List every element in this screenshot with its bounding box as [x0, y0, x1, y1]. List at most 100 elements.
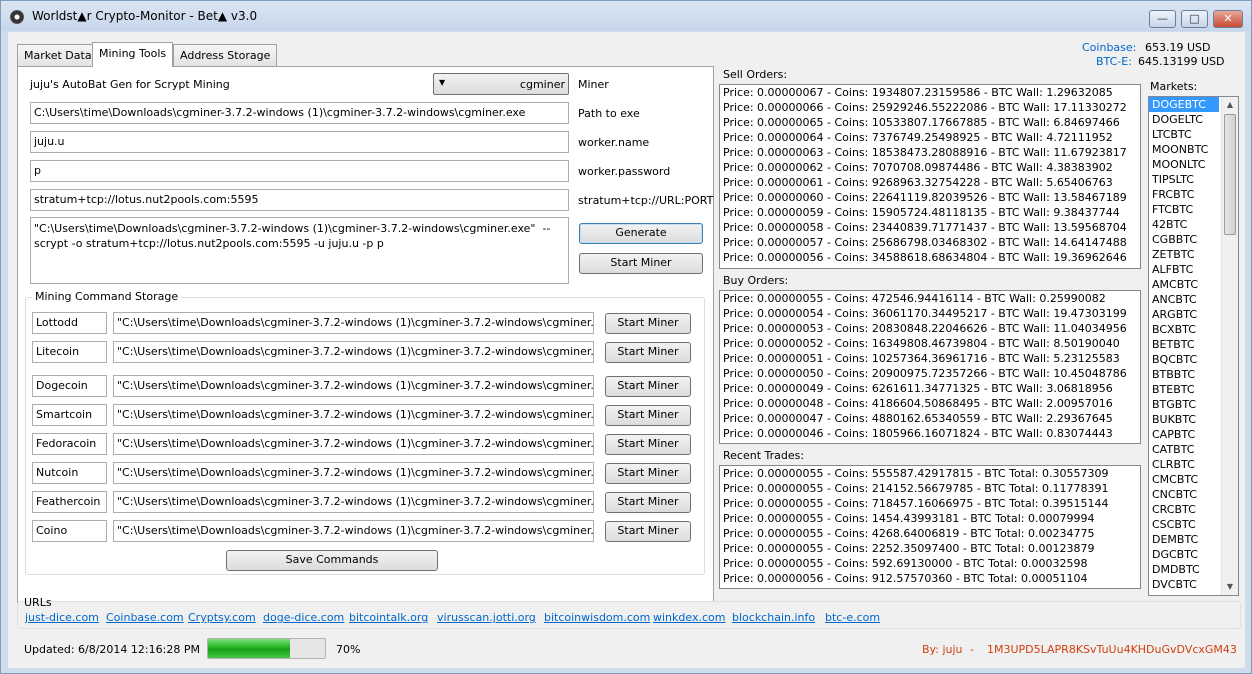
storage-name-input[interactable]: Coino	[32, 520, 107, 542]
markets-scrollbar[interactable]: ▲ ▼	[1221, 97, 1238, 595]
market-item[interactable]: CNCBTC	[1149, 487, 1219, 502]
list-item[interactable]: Price: 0.00000055 - Coins: 2252.35097400…	[720, 541, 1140, 556]
market-item[interactable]: CLRBTC	[1149, 457, 1219, 472]
market-item[interactable]: MOONBTC	[1149, 142, 1219, 157]
storage-start-miner-button[interactable]: Start Miner	[605, 463, 691, 484]
storage-start-miner-button[interactable]: Start Miner	[605, 313, 691, 334]
list-item[interactable]: Price: 0.00000046 - Coins: 1805966.16071…	[720, 426, 1140, 441]
storage-command-input[interactable]: "C:\Users\time\Downloads\cgminer-3.7.2-w…	[113, 404, 594, 426]
list-item[interactable]: Price: 0.00000050 - Coins: 20900975.7235…	[720, 366, 1140, 381]
storage-name-input[interactable]: Lottodd	[32, 312, 107, 334]
market-item[interactable]: ANCBTC	[1149, 292, 1219, 307]
market-item[interactable]: BTEBTC	[1149, 382, 1219, 397]
list-item[interactable]: Price: 0.00000054 - Coins: 36061170.3449…	[720, 306, 1140, 321]
worker-password-input[interactable]: p	[30, 160, 569, 182]
market-item[interactable]: CRCBTC	[1149, 502, 1219, 517]
url-link[interactable]: Cryptsy.com	[188, 611, 256, 624]
market-item[interactable]: CMCBTC	[1149, 472, 1219, 487]
market-item[interactable]: DGCBTC	[1149, 547, 1219, 562]
url-link[interactable]: virusscan.jotti.org	[437, 611, 536, 624]
market-item[interactable]: FRCBTC	[1149, 187, 1219, 202]
url-link[interactable]: winkdex.com	[653, 611, 725, 624]
list-item[interactable]: Price: 0.00000065 - Coins: 10533807.1766…	[720, 115, 1140, 130]
storage-command-input[interactable]: "C:\Users\time\Downloads\cgminer-3.7.2-w…	[113, 520, 594, 542]
storage-command-input[interactable]: "C:\Users\time\Downloads\cgminer-3.7.2-w…	[113, 433, 594, 455]
storage-name-input[interactable]: Dogecoin	[32, 375, 107, 397]
pool-url-input[interactable]: stratum+tcp://lotus.nut2pools.com:5595	[30, 189, 569, 211]
storage-start-miner-button[interactable]: Start Miner	[605, 405, 691, 426]
market-item[interactable]: DVCBTC	[1149, 577, 1219, 592]
storage-start-miner-button[interactable]: Start Miner	[605, 492, 691, 513]
market-item[interactable]: ZETBTC	[1149, 247, 1219, 262]
market-item[interactable]: CAPBTC	[1149, 427, 1219, 442]
list-item[interactable]: Price: 0.00000047 - Coins: 4880162.65340…	[720, 411, 1140, 426]
list-item[interactable]: Price: 0.00000055 - Coins: 472546.944161…	[720, 291, 1140, 306]
url-link[interactable]: doge-dice.com	[263, 611, 344, 624]
storage-command-input[interactable]: "C:\Users\time\Downloads\cgminer-3.7.2-w…	[113, 341, 594, 363]
list-item[interactable]: Price: 0.00000064 - Coins: 7376749.25498…	[720, 130, 1140, 145]
market-item[interactable]: CATBTC	[1149, 442, 1219, 457]
url-link[interactable]: Coinbase.com	[106, 611, 184, 624]
tab-market-data[interactable]: Market Data	[17, 44, 99, 66]
list-item[interactable]: Price: 0.00000057 - Coins: 25686798.0346…	[720, 235, 1140, 250]
market-item[interactable]: DEMBTC	[1149, 532, 1219, 547]
market-item[interactable]: LTCBTC	[1149, 127, 1219, 142]
scroll-down-icon[interactable]: ▼	[1222, 579, 1238, 595]
storage-name-input[interactable]: Fedoracoin	[32, 433, 107, 455]
generate-button[interactable]: Generate	[579, 223, 703, 244]
tab-address-storage[interactable]: Address Storage	[173, 44, 278, 66]
list-item[interactable]: Price: 0.00000056 - Coins: 34588618.6863…	[720, 250, 1140, 265]
save-commands-button[interactable]: Save Commands	[226, 550, 438, 571]
list-item[interactable]: Price: 0.00000061 - Coins: 9268963.32754…	[720, 175, 1140, 190]
market-item[interactable]: DMDBTC	[1149, 562, 1219, 577]
scroll-thumb[interactable]	[1224, 114, 1236, 235]
market-item[interactable]: DOGEBTC	[1149, 97, 1219, 112]
market-item[interactable]: BUKBTC	[1149, 412, 1219, 427]
list-item[interactable]: Price: 0.00000056 - Coins: 912.57570360 …	[720, 571, 1140, 586]
command-output[interactable]: "C:\Users\time\Downloads\cgminer-3.7.2-w…	[30, 217, 569, 284]
maximize-button[interactable]: □	[1181, 10, 1208, 28]
list-item[interactable]: Price: 0.00000055 - Coins: 718457.160669…	[720, 496, 1140, 511]
path-input[interactable]: C:\Users\time\Downloads\cgminer-3.7.2-wi…	[30, 102, 569, 124]
list-item[interactable]: Price: 0.00000066 - Coins: 25929246.5522…	[720, 100, 1140, 115]
market-item[interactable]: MOONLTC	[1149, 157, 1219, 172]
list-item[interactable]: Price: 0.00000049 - Coins: 6261611.34771…	[720, 381, 1140, 396]
url-link[interactable]: bitcoinwisdom.com	[544, 611, 650, 624]
storage-command-input[interactable]: "C:\Users\time\Downloads\cgminer-3.7.2-w…	[113, 375, 594, 397]
list-item[interactable]: Price: 0.00000055 - Coins: 4268.64006819…	[720, 526, 1140, 541]
market-item[interactable]: 42BTC	[1149, 217, 1219, 232]
worker-name-input[interactable]: juju.u	[30, 131, 569, 153]
market-item[interactable]: BTBBTC	[1149, 367, 1219, 382]
market-item[interactable]: ALFBTC	[1149, 262, 1219, 277]
storage-command-input[interactable]: "C:\Users\time\Downloads\cgminer-3.7.2-w…	[113, 491, 594, 513]
url-link[interactable]: bitcointalk.org	[349, 611, 428, 624]
start-miner-button[interactable]: Start Miner	[579, 253, 703, 274]
list-item[interactable]: Price: 0.00000055 - Coins: 1454.43993181…	[720, 511, 1140, 526]
close-button[interactable]: ✕	[1213, 10, 1243, 28]
storage-start-miner-button[interactable]: Start Miner	[605, 342, 691, 363]
list-item[interactable]: Price: 0.00000055 - Coins: 555587.429178…	[720, 466, 1140, 481]
list-item[interactable]: Price: 0.00000067 - Coins: 1934807.23159…	[720, 85, 1140, 100]
list-item[interactable]: Price: 0.00000055 - Coins: 214152.566797…	[720, 481, 1140, 496]
miner-select[interactable]: ▼ cgminer	[433, 73, 569, 95]
market-item[interactable]: BCXBTC	[1149, 322, 1219, 337]
minimize-button[interactable]: —	[1149, 10, 1176, 28]
storage-command-input[interactable]: "C:\Users\time\Downloads\cgminer-3.7.2-w…	[113, 312, 594, 334]
market-item[interactable]: BQCBTC	[1149, 352, 1219, 367]
storage-name-input[interactable]: Smartcoin	[32, 404, 107, 426]
list-item[interactable]: Price: 0.00000060 - Coins: 22641119.8203…	[720, 190, 1140, 205]
storage-name-input[interactable]: Feathercoin	[32, 491, 107, 513]
list-item[interactable]: Price: 0.00000053 - Coins: 20830848.2204…	[720, 321, 1140, 336]
storage-name-input[interactable]: Nutcoin	[32, 462, 107, 484]
list-item[interactable]: Price: 0.00000048 - Coins: 4186604.50868…	[720, 396, 1140, 411]
scroll-up-icon[interactable]: ▲	[1222, 97, 1238, 113]
market-item[interactable]: DOGELTC	[1149, 112, 1219, 127]
storage-command-input[interactable]: "C:\Users\time\Downloads\cgminer-3.7.2-w…	[113, 462, 594, 484]
tab-mining-tools[interactable]: Mining Tools	[92, 42, 174, 67]
sell-orders-list[interactable]: Price: 0.00000067 - Coins: 1934807.23159…	[719, 84, 1141, 269]
market-item[interactable]: TIPSLTC	[1149, 172, 1219, 187]
list-item[interactable]: Price: 0.00000059 - Coins: 15905724.4811…	[720, 205, 1140, 220]
market-item[interactable]: BTGBTC	[1149, 397, 1219, 412]
list-item[interactable]: Price: 0.00000063 - Coins: 18538473.2808…	[720, 145, 1140, 160]
list-item[interactable]: Price: 0.00000062 - Coins: 7070708.09874…	[720, 160, 1140, 175]
